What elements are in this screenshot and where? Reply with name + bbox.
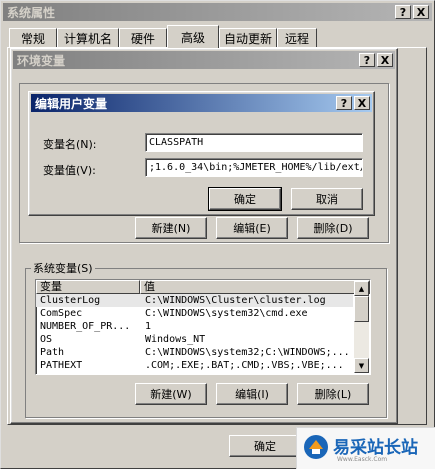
close-button[interactable]: X	[413, 5, 429, 19]
table-row[interactable]: PATHEXT .COM;.EXE;.BAT;.CMD;.VBS;.VBE;...	[36, 359, 353, 372]
edit-dialog-title: 编辑用户变量	[35, 96, 108, 111]
help-button[interactable]: ?	[395, 5, 411, 19]
env-help-button[interactable]: ?	[359, 53, 375, 67]
edit-ok-button[interactable]: 确定	[208, 187, 282, 211]
variable-value-cell: 1	[145, 321, 152, 332]
column-header-variable[interactable]: 变量	[36, 280, 140, 294]
tab-remote[interactable]: 远程	[277, 28, 317, 47]
edit-dialog-titlebar[interactable]: 编辑用户变量	[31, 94, 372, 112]
edit-user-variable-dialog: 编辑用户变量 ? X 变量名(N): CLASSPATH 变量值(V): ;1.…	[28, 91, 375, 216]
variable-name-input[interactable]: CLASSPATH	[145, 133, 363, 152]
tab-automatic-updates[interactable]: 自动更新	[219, 28, 277, 47]
system-properties-title: 系统属性	[7, 5, 56, 20]
tab-hardware[interactable]: 硬件	[119, 28, 167, 47]
system-properties-titlebar[interactable]: 系统属性	[3, 3, 432, 21]
system-properties-ok-button[interactable]: 确定	[229, 435, 301, 457]
variable-value-cell: C:\WINDOWS\system32;C:\WINDOWS;...	[145, 347, 350, 358]
list-header: 变量 值	[36, 280, 370, 294]
variable-value-cell: .COM;.EXE;.BAT;.CMD;.VBS;.VBE;...	[145, 360, 344, 371]
tab-general[interactable]: 常规	[9, 28, 57, 47]
variable-value-cell: C:\WINDOWS\system32\cmd.exe	[145, 308, 308, 319]
variable-name-cell: ClusterLog	[40, 295, 101, 306]
scroll-up-icon[interactable]: ▲	[354, 281, 369, 296]
edit-help-button[interactable]: ?	[336, 96, 352, 110]
table-row[interactable]: ComSpec C:\WINDOWS\system32\cmd.exe	[36, 307, 353, 320]
user-edit-button[interactable]: 编辑(E)	[216, 217, 288, 239]
environment-variables-title: 环境变量	[17, 53, 66, 68]
site-watermark: 易采站长站 Www.Easck.Com	[296, 427, 435, 469]
table-row[interactable]: Path C:\WINDOWS\system32;C:\WINDOWS;...	[36, 346, 353, 359]
variable-value-cell: C:\WINDOWS\Cluster\cluster.log	[145, 295, 326, 306]
system-delete-button[interactable]: 删除(L)	[297, 383, 369, 405]
system-variables-label: 系统变量(S)	[31, 260, 95, 276]
tab-advanced[interactable]: 高级	[167, 25, 219, 48]
system-variables-list[interactable]: 变量 值 ClusterLog C:\WINDOWS\Cluster\cluste…	[35, 279, 371, 375]
system-variables-rows: ClusterLog C:\WINDOWS\Cluster\cluster.log…	[36, 294, 353, 372]
watermark-url: Www.Easck.Com	[337, 456, 388, 463]
variable-value-label: 变量值(V):	[43, 164, 96, 177]
tab-computer-name[interactable]: 计算机名	[57, 28, 119, 47]
variable-value-input[interactable]: ;1.6.0_34\bin;%JMETER_HOME%/lib/ext/	[145, 158, 363, 177]
system-list-scrollbar[interactable]: ▲ ▼	[354, 281, 369, 373]
variable-value-cell: Windows_NT	[145, 334, 206, 345]
variable-name-cell: OS	[40, 334, 53, 345]
variable-name-cell: PATHEXT	[40, 360, 83, 371]
site-logo-icon	[304, 435, 328, 459]
table-row[interactable]: NUMBER_OF_PR... 1	[36, 320, 353, 333]
scroll-down-icon[interactable]: ▼	[354, 358, 369, 373]
env-close-button[interactable]: X	[377, 53, 393, 67]
table-row[interactable]: OS Windows_NT	[36, 333, 353, 346]
variable-name-cell: ComSpec	[40, 308, 83, 319]
scroll-thumb[interactable]	[354, 296, 369, 322]
user-delete-button[interactable]: 删除(D)	[297, 217, 369, 239]
watermark-brand: 易采站长站	[333, 438, 418, 458]
variable-name-label: 变量名(N):	[43, 138, 97, 151]
table-row[interactable]: ClusterLog C:\WINDOWS\Cluster\cluster.log	[36, 294, 353, 307]
environment-variables-titlebar[interactable]: 环境变量	[13, 51, 395, 69]
edit-cancel-button[interactable]: 取消	[291, 188, 363, 210]
column-header-value[interactable]: 值	[140, 280, 370, 294]
system-new-button[interactable]: 新建(W)	[135, 383, 207, 405]
variable-name-cell: NUMBER_OF_PR...	[40, 321, 131, 332]
edit-close-button[interactable]: X	[354, 96, 370, 110]
user-new-button[interactable]: 新建(N)	[135, 217, 207, 239]
system-edit-button[interactable]: 编辑(I)	[216, 383, 288, 405]
variable-name-cell: Path	[40, 347, 65, 358]
